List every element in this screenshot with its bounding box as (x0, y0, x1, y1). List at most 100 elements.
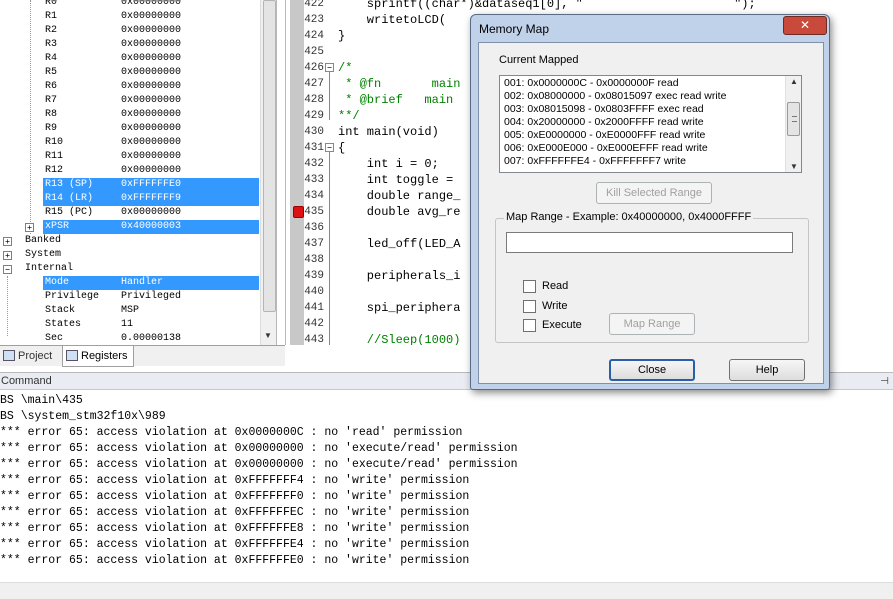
panel-tabs: Project Registers (0, 345, 285, 367)
register-value[interactable]: 0x00000000 (121, 164, 181, 178)
mapped-list-scrollbar[interactable]: ▲ ▼ (785, 76, 801, 172)
map-range-button[interactable]: Map Range (609, 313, 695, 335)
register-value[interactable]: 0x00000000 (121, 10, 181, 24)
mapped-range-item[interactable]: 007: 0xFFFFFFE4 - 0xFFFFFFF7 write (504, 155, 686, 168)
line-number: 437 (304, 238, 324, 250)
kill-selected-range-button[interactable]: Kill Selected Range (596, 182, 712, 204)
register-value[interactable]: 0xFFFFFFF9 (121, 192, 181, 206)
internal-row[interactable]: Privilege Privileged (0, 290, 260, 304)
register-name: R2 (45, 25, 58, 36)
scrollbar-thumb[interactable] (787, 102, 800, 136)
fold-guide-line (329, 72, 330, 120)
register-row[interactable]: R13 (SP) 0xFFFFFFE0 (0, 178, 260, 192)
scroll-down-arrow-icon[interactable]: ▼ (264, 331, 272, 340)
register-value[interactable]: MSP (121, 304, 139, 318)
mapped-range-item[interactable]: 001: 0x0000000C - 0x0000000F read (504, 77, 679, 90)
register-value[interactable]: 0x00000000 (121, 94, 181, 108)
expand-icon[interactable]: + (3, 237, 12, 246)
line-number: 423 (304, 14, 324, 26)
expand-icon[interactable]: + (3, 251, 12, 260)
mapped-range-item[interactable]: 006: 0xE000E000 - 0xE000EFFF read write (504, 142, 708, 155)
register-group-row[interactable]: − Internal (0, 262, 260, 276)
dialog-title: Memory Map (479, 22, 550, 36)
dialog-close-icon[interactable]: ✕ (783, 16, 827, 35)
mapped-range-item[interactable]: 002: 0x08000000 - 0x08015097 exec read w… (504, 90, 726, 103)
registers-scrollbar[interactable]: ▼ (260, 0, 276, 345)
mapped-ranges-list[interactable]: 001: 0x0000000C - 0x0000000F read 002: 0x… (499, 75, 802, 173)
register-row[interactable]: R6 0x00000000 (0, 80, 260, 94)
register-value[interactable]: 11 (121, 318, 133, 332)
code-text: int i = 0; (338, 157, 439, 171)
tab-registers[interactable]: Registers (62, 346, 134, 367)
register-group-row[interactable]: + System (0, 248, 260, 262)
register-value[interactable]: 0x00000000 (121, 80, 181, 94)
scroll-up-arrow-icon[interactable]: ▲ (790, 77, 798, 86)
scroll-down-arrow-icon[interactable]: ▼ (790, 162, 798, 171)
close-button[interactable]: Close (609, 359, 695, 381)
tab-project[interactable]: Project (0, 346, 60, 367)
register-name: R9 (45, 123, 58, 134)
internal-row[interactable]: Stack MSP (0, 304, 260, 318)
register-value[interactable]: 0x40000003 (121, 220, 181, 234)
register-row[interactable]: R4 0x00000000 (0, 52, 260, 66)
register-row[interactable]: R11 0x00000000 (0, 150, 260, 164)
register-value[interactable]: 0xFFFFFFE0 (121, 178, 181, 192)
register-name: R15 (PC) (45, 207, 94, 218)
pin-icon[interactable]: ⊣ (880, 373, 889, 390)
expand-icon[interactable]: + (25, 223, 34, 232)
line-number: 439 (304, 270, 324, 282)
register-value[interactable]: 0x00000000 (121, 66, 181, 80)
register-row[interactable]: R12 0x00000000 (0, 164, 260, 178)
register-row[interactable]: R7 0x00000000 (0, 94, 260, 108)
internal-row[interactable]: Mode Handler (0, 276, 260, 290)
register-value[interactable]: 0x00000000 (121, 0, 181, 10)
register-row[interactable]: R5 0x00000000 (0, 66, 260, 80)
register-value[interactable]: 0x00000000 (121, 206, 181, 220)
line-number: 425 (304, 46, 324, 58)
register-name: States (45, 319, 82, 330)
mapped-range-item[interactable]: 005: 0xE0000000 - 0xE0000FFF read write (504, 129, 705, 142)
register-value[interactable]: Privileged (121, 290, 181, 304)
mapped-range-item[interactable]: 003: 0x08015098 - 0x0803FFFF exec read (504, 103, 704, 116)
command-output-line: BS \system_stm32f10x\989 (0, 410, 166, 423)
code-text: { (338, 141, 346, 155)
register-row[interactable]: R2 0x00000000 (0, 24, 260, 38)
register-row[interactable]: R8 0x00000000 (0, 108, 260, 122)
collapse-icon[interactable]: − (3, 265, 12, 274)
mapped-range-item[interactable]: 004: 0x20000000 - 0x2000FFFF read write (504, 116, 704, 129)
register-value[interactable]: 0x00000000 (121, 52, 181, 66)
register-name: Mode (45, 277, 70, 288)
read-checkbox-box[interactable] (523, 280, 536, 293)
fold-collapse-icon[interactable]: − (325, 63, 334, 72)
fold-collapse-icon[interactable]: − (325, 143, 334, 152)
scrollbar-thumb[interactable] (263, 0, 276, 312)
register-value[interactable]: 0x00000000 (121, 136, 181, 150)
register-value[interactable]: 0x00000000 (121, 150, 181, 164)
register-row[interactable]: R3 0x00000000 (0, 38, 260, 52)
register-value[interactable]: Handler (121, 276, 163, 290)
register-name: R7 (45, 95, 58, 106)
breakpoint-icon[interactable] (293, 206, 304, 218)
code-line[interactable]: 422 sprintf((char*)&dataseq1[0], " "); (286, 0, 886, 12)
register-value[interactable]: 0x00000000 (121, 122, 181, 136)
register-row[interactable]: R0 0x00000000 (0, 0, 260, 10)
register-value[interactable]: 0x00000000 (121, 108, 181, 122)
register-value[interactable]: 0x00000000 (121, 24, 181, 38)
register-row[interactable]: R9 0x00000000 (0, 122, 260, 136)
register-value[interactable]: 0x00000000 (121, 38, 181, 52)
code-text: int main(void) (338, 125, 439, 139)
help-button[interactable]: Help (729, 359, 805, 381)
register-row[interactable]: R14 (LR) 0xFFFFFFF9 (0, 192, 260, 206)
internal-row[interactable]: States 11 (0, 318, 260, 332)
internal-row[interactable]: Sec 0.00000138 (0, 332, 260, 345)
execute-checkbox-box[interactable] (523, 319, 536, 332)
register-value[interactable]: 0.00000138 (121, 332, 181, 345)
register-row[interactable]: R1 0x00000000 (0, 10, 260, 24)
write-checkbox-box[interactable] (523, 300, 536, 313)
register-row[interactable]: R15 (PC) 0x00000000 (0, 206, 260, 220)
command-horizontal-scrollbar[interactable] (0, 582, 893, 599)
register-group-row[interactable]: + Banked (0, 234, 260, 248)
register-row[interactable]: + xPSR 0x40000003 (0, 220, 260, 234)
map-range-input[interactable] (506, 232, 793, 253)
register-row[interactable]: R10 0x00000000 (0, 136, 260, 150)
